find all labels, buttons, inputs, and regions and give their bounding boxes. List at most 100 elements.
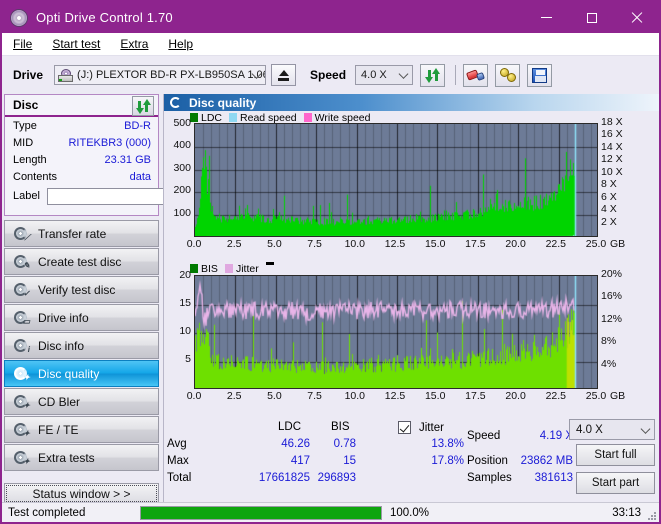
sidebar-item-verify-test-disc[interactable]: ✓ Verify test disc xyxy=(4,276,159,303)
refresh-drive-button[interactable] xyxy=(420,63,446,87)
disc-type-value: BD-R xyxy=(124,119,151,132)
app-disc-icon xyxy=(10,8,28,27)
disc-row-contents: Contents data xyxy=(5,168,158,185)
disc-icon: ✓ xyxy=(13,282,30,297)
left-panel: Disc Type BD-R MID RITEKBR3 (000) Length… xyxy=(2,94,251,504)
y2-axis-tick: 14 X xyxy=(601,140,623,153)
sidebar-item-extra-tests[interactable]: ✦ Extra tests xyxy=(4,444,159,471)
menu-item-file[interactable]: File xyxy=(4,35,41,53)
eject-icon xyxy=(278,69,289,76)
sidebar-item-label: Extra tests xyxy=(38,450,95,465)
x-axis-tick: 22.5 xyxy=(545,238,567,250)
y-axis-tick: 400 xyxy=(173,139,191,152)
y2-axis-tick: 4% xyxy=(601,357,617,370)
stats-samples-label: Samples xyxy=(467,472,512,484)
menu-item-start-test[interactable]: Start test xyxy=(43,35,109,53)
stats-bis-avg: 0.78 xyxy=(333,438,356,450)
close-button[interactable] xyxy=(614,2,659,33)
y2-axis-tick: 18 X xyxy=(601,116,623,128)
stats-position-value: 23862 MB xyxy=(520,455,573,467)
stats-speed-label: Speed xyxy=(467,430,501,442)
status-message: Test completed xyxy=(8,506,86,519)
stats-bis-total: 296893 xyxy=(317,472,356,484)
progress-bar-fill xyxy=(141,506,381,519)
status-window-button[interactable]: Status window > > xyxy=(4,483,159,504)
test-speed-select[interactable]: 4.0 X xyxy=(569,419,655,440)
start-part-button[interactable]: Start part xyxy=(576,472,655,494)
progress-bar xyxy=(140,505,382,520)
y2-axis-tick: 12% xyxy=(601,312,623,325)
y2-axis-tick: 8 X xyxy=(601,178,617,191)
stats-bis-max: 15 xyxy=(343,455,356,467)
y-axis-tick: 200 xyxy=(173,184,191,197)
x-axis-tick: 2.5 xyxy=(226,390,242,402)
sidebar-item-fe-te[interactable]: ✦ FE / TE xyxy=(4,416,159,443)
resize-grip[interactable] xyxy=(646,510,656,520)
disc-refresh-button[interactable] xyxy=(132,96,154,116)
sidebar-item-create-test-disc[interactable]: ✎ Create test disc xyxy=(4,248,159,275)
disc-icon: ✦ xyxy=(13,422,30,437)
sidebar-item-label: Drive info xyxy=(38,310,89,325)
sidebar-item-drive-info[interactable]: ▭ Drive info xyxy=(4,304,159,331)
legend-marker-icon xyxy=(265,262,274,265)
speed-select[interactable]: 4.0 X xyxy=(355,65,414,85)
sidebar-item-transfer-rate[interactable]: ⟋ Transfer rate xyxy=(4,220,159,247)
drive-toolbar: Drive (J:) PLEXTOR BD-R PX-LB950SA 1.06 … xyxy=(2,56,659,94)
test-speed-value: 4.0 X xyxy=(576,423,603,436)
sidebar-item-cd-bler[interactable]: ✦ CD Bler xyxy=(4,388,159,415)
drive-select[interactable]: (J:) PLEXTOR BD-R PX-LB950SA 1.06 xyxy=(54,65,267,85)
y-axis-tick: 300 xyxy=(173,161,191,174)
x-axis-tick: 12.5 xyxy=(384,390,406,402)
menu-item-help[interactable]: Help xyxy=(159,35,202,53)
legend-swatch-write-speed xyxy=(303,113,312,122)
x-axis-tick: 25.0 xyxy=(585,390,607,402)
disc-contents-value: data xyxy=(129,170,151,183)
elapsed-time: 33:13 xyxy=(612,506,641,519)
x-axis-tick: 25.0 xyxy=(585,238,607,250)
legend-label: Jitter xyxy=(235,262,259,275)
start-full-button[interactable]: Start full xyxy=(576,444,655,466)
menu-extra-label: Extra xyxy=(120,37,149,51)
sidebar-item-label: Disc quality xyxy=(38,366,100,381)
sidebar-item-label: Disc info xyxy=(38,338,85,353)
main-panel: Disc quality LDC Read speed Write speed xyxy=(163,94,659,502)
drive-label: Drive xyxy=(13,68,44,82)
menu-bar: File Start test Extra Help xyxy=(2,33,659,56)
erase-disc-button[interactable] xyxy=(463,63,489,87)
progress-percent: 100.0% xyxy=(390,506,430,519)
disc-row-type: Type BD-R xyxy=(5,117,158,134)
stats-row-label-total: Total xyxy=(167,472,192,484)
x-axis-tick: 22.5 xyxy=(545,390,567,402)
maximize-button[interactable] xyxy=(569,2,614,33)
legend-label: Read speed xyxy=(240,111,297,124)
eject-button[interactable] xyxy=(271,64,297,86)
legend-swatch-jitter xyxy=(224,264,233,273)
drive-select-value: (J:) PLEXTOR BD-R PX-LB950SA 1.06 xyxy=(77,69,266,81)
stats-row-label-max: Max xyxy=(167,455,189,467)
y-axis-tick: 20 xyxy=(179,269,191,281)
jitter-checkbox[interactable] xyxy=(398,421,411,434)
refresh-icon xyxy=(135,98,151,114)
y-axis-tick: 100 xyxy=(173,206,191,219)
chevron-down-icon xyxy=(398,69,409,79)
x-axis-tick: 17.5 xyxy=(465,390,486,402)
x-axis-tick: 2.5 xyxy=(226,238,242,250)
chart-canvas-top xyxy=(195,124,597,236)
minimize-button[interactable] xyxy=(524,2,569,33)
disc-panel-title: Disc xyxy=(13,98,39,112)
menu-help-label: Help xyxy=(168,37,194,51)
y2-axis-tick: 16 X xyxy=(601,128,623,141)
stats-speed-value: 4.19 X xyxy=(539,430,573,442)
close-icon xyxy=(631,12,643,24)
disc-info-panel: Disc Type BD-R MID RITEKBR3 (000) Length… xyxy=(4,94,251,216)
sidebar-item-disc-info[interactable]: i Disc info xyxy=(4,332,159,359)
disc-icon: ⟋ xyxy=(13,226,30,241)
settings-button[interactable] xyxy=(495,63,521,87)
bis-jitter-chart: BIS Jitter 5 10 15 20 4% 8% 12% 16% 20% 0.0 2.5 5.0… xyxy=(164,262,659,414)
legend-swatch-bis xyxy=(190,264,198,273)
save-button[interactable] xyxy=(527,63,553,87)
x-axis-tick: 5.0 xyxy=(267,238,282,250)
menu-item-extra[interactable]: Extra xyxy=(111,35,157,53)
sidebar-item-disc-quality[interactable]: ✦ Disc quality xyxy=(4,360,159,387)
sidebar-item-label: CD Bler xyxy=(38,394,81,409)
